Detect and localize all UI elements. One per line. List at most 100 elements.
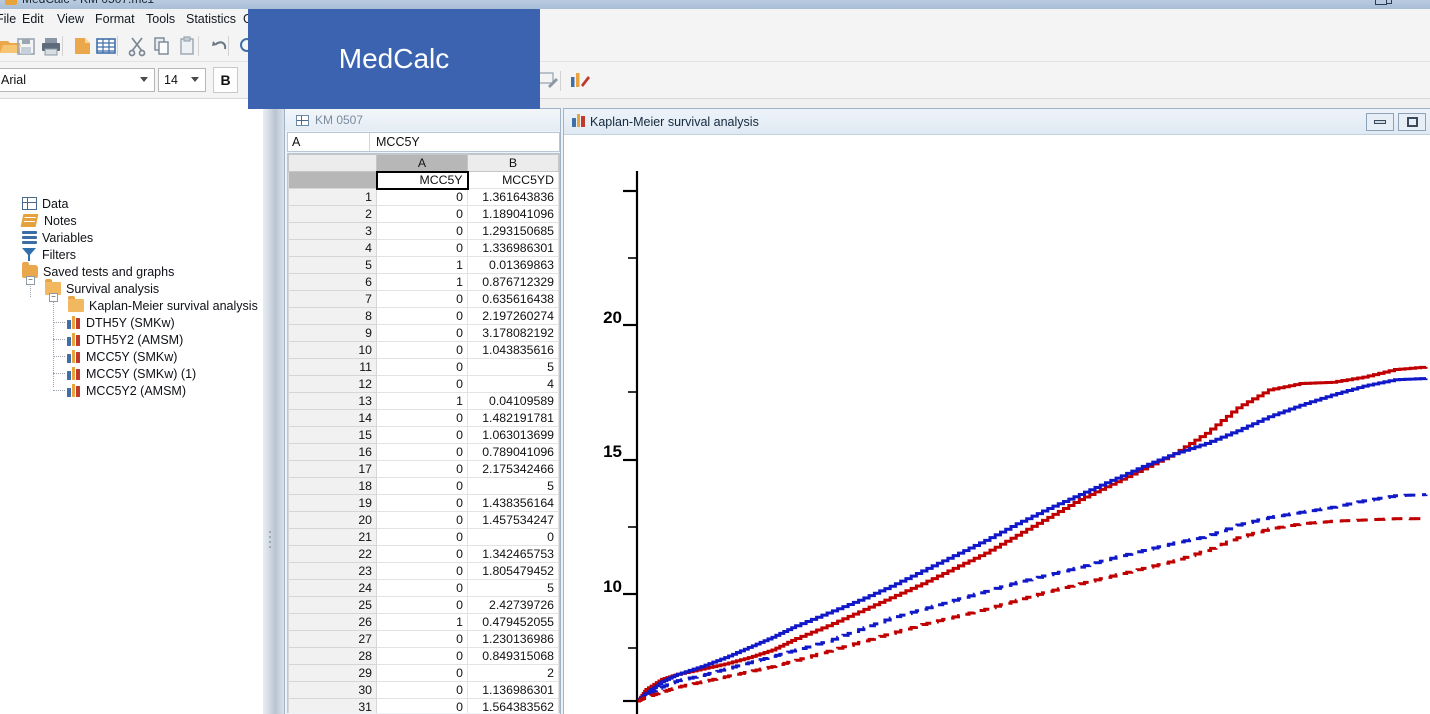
cell-b[interactable]: 5 [467,579,559,597]
cell-a[interactable]: 0 [376,290,468,308]
cell-b[interactable]: 1.438356164 [467,494,559,512]
chart-tools-icon[interactable] [567,68,591,92]
table-row[interactable]: 14 0 1.482191781 [288,409,559,427]
table-row[interactable]: 30 0 1.136986301 [288,681,559,699]
tree-item-variables[interactable]: Variables [0,229,263,246]
tree-item-saved-tests[interactable]: Saved tests and graphs [0,262,263,280]
table-row[interactable]: 15 0 1.063013699 [288,426,559,444]
cell-a[interactable]: 0 [376,647,468,665]
restore-icon[interactable] [1398,113,1426,131]
variable-name-b[interactable]: MCC5YD [467,171,559,189]
table-row[interactable]: 26 1 0.479452055 [288,613,559,631]
menu-view[interactable]: View [57,12,84,26]
cell-b[interactable]: 0.479452055 [467,613,559,631]
cell-a[interactable]: 0 [376,528,468,546]
cell-b[interactable]: 1.564383562 [467,698,559,713]
table-row[interactable]: 2 0 1.189041096 [288,205,559,223]
table-row[interactable]: 11 0 5 [288,358,559,376]
menu-file[interactable]: File [0,12,16,26]
cell-b[interactable]: 1.136986301 [467,681,559,699]
tree-item-dth5y-smkw[interactable]: DTH5Y (SMKw) [0,314,263,331]
table-row[interactable]: 25 0 2.42739726 [288,596,559,614]
cell-b[interactable]: 1.457534247 [467,511,559,529]
cell-a[interactable]: 0 [376,579,468,597]
cell-a[interactable]: 0 [376,307,468,325]
panel-splitter[interactable] [263,99,285,714]
menu-statistics[interactable]: Statistics [186,12,236,26]
cell-a[interactable]: 0 [376,460,468,478]
cell-a[interactable]: 0 [376,681,468,699]
tree-item-mcc5y-smkw[interactable]: MCC5Y (SMKw) [0,348,263,365]
cell-a[interactable]: 0 [376,341,468,359]
table-row[interactable]: 6 1 0.876712329 [288,273,559,291]
cell-a[interactable]: 1 [376,256,468,274]
cell-a[interactable]: 0 [376,630,468,648]
table-row[interactable]: 13 1 0.04109589 [288,392,559,410]
tree-item-mcc5y-smkw-1[interactable]: MCC5Y (SMKw) (1) [0,365,263,382]
table-row[interactable]: 4 0 1.336986301 [288,239,559,257]
cell-b[interactable]: 5 [467,477,559,495]
cell-a[interactable]: 0 [376,324,468,342]
cell-b[interactable]: 1.336986301 [467,239,559,257]
column-header-b[interactable]: B [467,154,559,172]
table-row[interactable]: 9 0 3.178082192 [288,324,559,342]
table-row[interactable]: 8 0 2.197260274 [288,307,559,325]
select-all-corner[interactable] [288,154,377,172]
print-icon[interactable] [39,34,63,58]
table-row[interactable]: 1 0 1.361643836 [288,188,559,206]
menu-format[interactable]: Format [95,12,135,26]
cell-a[interactable]: 0 [376,409,468,427]
cell-a[interactable]: 0 [376,443,468,461]
table-row[interactable]: 12 0 4 [288,375,559,393]
cell-b[interactable]: 1.361643836 [467,188,559,206]
table-row[interactable]: 24 0 5 [288,579,559,597]
tree-item-data[interactable]: Data [0,195,263,212]
cell-b[interactable]: 1.063013699 [467,426,559,444]
table-row[interactable]: 22 0 1.342465753 [288,545,559,563]
cell-a[interactable]: 0 [376,205,468,223]
cell-a[interactable]: 1 [376,613,468,631]
splitter-grip[interactable] [269,531,273,549]
cell-a[interactable]: 0 [376,545,468,563]
cell-a[interactable]: 0 [376,188,468,206]
cell-b[interactable]: 0.635616438 [467,290,559,308]
copy-icon[interactable] [150,34,174,58]
cell-a[interactable]: 0 [376,494,468,512]
name-box[interactable]: A [288,133,370,151]
column-header-a[interactable]: A [376,154,468,172]
tree-item-kaplan-meier[interactable]: Kaplan-Meier survival analysis [0,296,263,314]
cell-b[interactable]: 1.043835616 [467,341,559,359]
cell-a[interactable]: 0 [376,596,468,614]
cell-b[interactable]: 2.175342466 [467,460,559,478]
table-row[interactable]: 7 0 0.635616438 [288,290,559,308]
table-row[interactable]: 27 0 1.230136986 [288,630,559,648]
table-row[interactable]: 21 0 0 [288,528,559,546]
cell-a[interactable]: 0 [376,664,468,682]
cell-b[interactable]: 1.482191781 [467,409,559,427]
table-row[interactable]: 18 0 5 [288,477,559,495]
bold-button[interactable]: B [213,67,238,93]
table-row[interactable]: 16 0 0.789041096 [288,443,559,461]
cell-b[interactable]: 0.01369863 [467,256,559,274]
cell-a[interactable]: 0 [376,477,468,495]
cell-a[interactable]: 0 [376,375,468,393]
cell-b[interactable]: 0.876712329 [467,273,559,291]
minimize-icon[interactable] [1366,113,1394,131]
table-row[interactable]: 31 0 1.564383562 [288,698,559,713]
tree-item-mcc5y2-amsm[interactable]: MCC5Y2 (AMSM) [0,382,263,399]
spreadsheet-grid[interactable]: A B MCC5Y MCC5YD 1 0 1.361643836 2 0 1.18904… [287,153,560,713]
cut-icon[interactable] [125,34,149,58]
tree-item-survival-analysis[interactable]: Survival analysis [0,279,263,297]
table-row[interactable]: 17 0 2.175342466 [288,460,559,478]
cell-a[interactable]: 0 [376,511,468,529]
font-size-select[interactable]: 14 [158,68,206,92]
save-icon[interactable] [14,34,38,58]
variable-name-a[interactable]: MCC5Y [375,170,469,190]
table-row[interactable]: 19 0 1.438356164 [288,494,559,512]
cell-a[interactable]: 1 [376,273,468,291]
new-document-icon[interactable] [70,34,94,58]
cell-b[interactable]: 2 [467,664,559,682]
menu-tools[interactable]: Tools [146,12,175,26]
table-row[interactable]: 5 1 0.01369863 [288,256,559,274]
cell-a[interactable]: 0 [376,239,468,257]
